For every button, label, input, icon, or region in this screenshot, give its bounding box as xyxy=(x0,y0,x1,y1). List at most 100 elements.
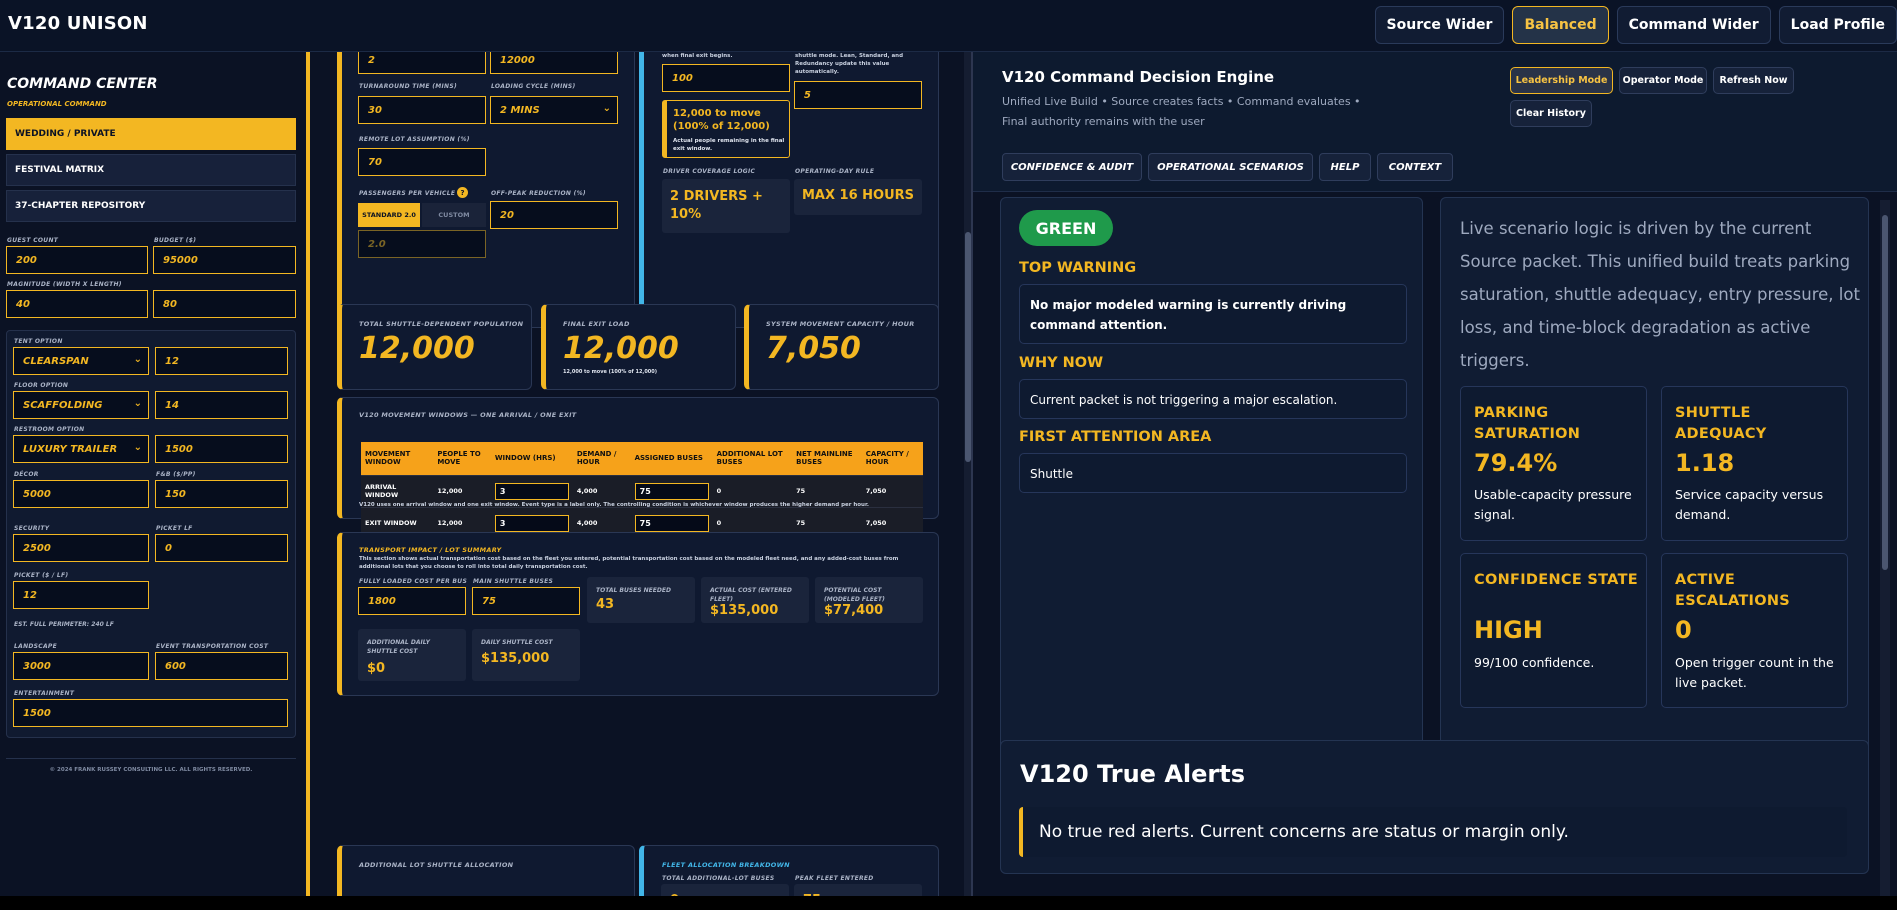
metric-value: 1.18 xyxy=(1675,449,1735,477)
trigger-intro: Live scenario logic is driven by the cur… xyxy=(1460,219,1860,370)
metric-active-escalations: ACTIVE ESCALATIONS 0 Open trigger count … xyxy=(1661,553,1848,708)
command-subtitle: Unified Live Build • Source creates fact… xyxy=(1002,95,1361,128)
floor-select[interactable]: SCAFFOLDING ⌄ xyxy=(13,391,149,419)
picket-lf-input[interactable]: 0 xyxy=(155,534,288,562)
stat-value: 43 xyxy=(596,597,615,612)
guest-count-input[interactable]: 200 xyxy=(6,246,148,274)
move-info-sub: Actual people remaining in the final exi… xyxy=(673,138,785,152)
tent-label: TENT OPTION xyxy=(14,338,63,345)
fb-input[interactable]: 150 xyxy=(155,480,288,508)
command-pane: GREEN TOP WARNING No major modeled warni… xyxy=(973,52,1897,896)
clear-history-button[interactable]: Clear History xyxy=(1510,100,1592,127)
offpeak-input[interactable]: 20 xyxy=(490,201,618,229)
operator-mode-button[interactable]: Operator Mode xyxy=(1619,67,1707,94)
movement-windows-table: MOVEMENT WINDOW PEOPLE TO MOVE WINDOW (HRS… xyxy=(361,442,923,539)
exit-left-input[interactable]: 100 xyxy=(662,64,790,92)
source-wider-button[interactable]: Source Wider xyxy=(1374,6,1505,44)
first-attention-label: FIRST ATTENTION AREA xyxy=(1019,429,1212,445)
balanced-button[interactable]: Balanced xyxy=(1512,6,1609,44)
table-header-cell: PEOPLE TO MOVE xyxy=(433,442,491,475)
alloc-box: 0 xyxy=(661,884,789,896)
length-input[interactable]: 80 xyxy=(153,290,296,318)
command-title: V120 Command Decision Engine xyxy=(1002,68,1275,86)
table-header-row: MOVEMENT WINDOW PEOPLE TO MOVE WINDOW (HRS… xyxy=(361,442,923,475)
guest-count-label: GUEST COUNT xyxy=(7,237,59,244)
turnaround-input[interactable]: 30 xyxy=(358,96,486,124)
landscape-input[interactable]: 3000 xyxy=(13,652,149,680)
magnitude-label: MAGNITUDE (WIDTH X LENGTH) xyxy=(7,281,122,288)
shuttle-input-b[interactable]: 12000 xyxy=(490,52,618,74)
tent-select[interactable]: CLEARSPAN ⌄ xyxy=(13,347,149,375)
driver-coverage-value: 2 DRIVERS + 10% xyxy=(670,189,763,222)
load-profile-button[interactable]: Load Profile xyxy=(1778,6,1897,44)
metric-desc: Service capacity versus demand. xyxy=(1675,487,1824,522)
layout-toolbar: Source Wider Balanced Command Wider Load… xyxy=(1374,6,1897,44)
ppv-custom-button[interactable]: CUSTOM xyxy=(422,203,486,227)
transport-cost-input[interactable]: 600 xyxy=(155,652,288,680)
metric-shuttle-adequacy: SHUTTLE ADEQUACY 1.18 Service capacity v… xyxy=(1661,386,1848,541)
alerts-message: No true red alerts. Current concerns are… xyxy=(1019,807,1847,857)
window-hours-input[interactable]: 3 xyxy=(494,482,569,500)
leadership-mode-button[interactable]: Leadership Mode xyxy=(1510,67,1613,94)
nav-festival-matrix[interactable]: FESTIVAL MATRIX xyxy=(6,154,296,186)
refresh-now-button[interactable]: Refresh Now xyxy=(1713,67,1794,94)
width-input[interactable]: 40 xyxy=(6,290,148,318)
driver-coverage-box: 2 DRIVERS + 10% xyxy=(662,179,790,233)
nav-chapter-repository[interactable]: 37-CHAPTER REPOSITORY xyxy=(6,190,296,222)
fb-label: F&B ($/PP) xyxy=(156,471,196,478)
picket-cost-input[interactable]: 12 xyxy=(13,581,149,609)
restroom-qty-input[interactable]: 1500 xyxy=(155,435,288,463)
tab-context[interactable]: CONTEXT xyxy=(1377,153,1453,181)
entertainment-input[interactable]: 1500 xyxy=(13,699,288,727)
why-now-text: Current packet is not triggering a major… xyxy=(1019,379,1407,419)
ppv-custom-input[interactable]: 2.0 xyxy=(358,230,486,258)
window-hours-input[interactable]: 3 xyxy=(494,514,569,532)
tab-operational-scenarios[interactable]: OPERATIONAL SCENARIOS xyxy=(1148,153,1313,181)
help-icon[interactable]: ? xyxy=(457,187,468,198)
main-buses-input[interactable]: 75 xyxy=(472,587,580,615)
floor-qty-input[interactable]: 14 xyxy=(155,391,288,419)
driver-coverage-label: DRIVER COVERAGE LOGIC xyxy=(663,168,756,175)
restroom-value: LUXURY TRAILER xyxy=(23,443,118,455)
landscape-label: LANDSCAPE xyxy=(14,643,58,650)
operating-rule-value: MAX 16 HOURS xyxy=(802,188,915,203)
cost-per-bus-input[interactable]: 1800 xyxy=(358,587,466,615)
exit-right-input[interactable]: 5 xyxy=(794,81,922,109)
assigned-buses-input[interactable]: 75 xyxy=(634,482,709,500)
stat-label: TOTAL BUSES NEEDED xyxy=(596,587,671,594)
tab-confidence-audit[interactable]: CONFIDENCE & AUDIT xyxy=(1002,153,1142,181)
assigned-buses-input[interactable]: 75 xyxy=(634,514,709,532)
loading-select[interactable]: 2 MINS ⌄ xyxy=(490,96,618,124)
command-scrollbar[interactable] xyxy=(1880,200,1890,896)
command-header: V120 Command Decision Engine Unified Liv… xyxy=(973,52,1897,192)
stat-potential-cost: POTENTIAL COST (MODELED FLEET) $77,400 xyxy=(815,577,923,623)
command-wider-button[interactable]: Command Wider xyxy=(1616,6,1771,44)
security-label: SECURITY xyxy=(14,525,50,532)
table-header-cell: WINDOW (HRS) xyxy=(490,442,573,475)
security-input[interactable]: 2500 xyxy=(13,534,149,562)
kpi-label: SYSTEM MOVEMENT CAPACITY / HOUR xyxy=(766,320,915,328)
tent-qty-input[interactable]: 12 xyxy=(155,347,288,375)
restroom-select[interactable]: LUXURY TRAILER ⌄ xyxy=(13,435,149,463)
decor-input[interactable]: 5000 xyxy=(13,480,149,508)
stat-label: POTENTIAL COST (MODELED FLEET) xyxy=(824,587,885,603)
transport-impact-title: TRANSPORT IMPACT / LOT SUMMARY xyxy=(359,546,502,554)
ppv-standard-button[interactable]: STANDARD 2.0 xyxy=(358,203,420,227)
budget-input[interactable]: 95000 xyxy=(153,246,296,274)
shuttle-input-a[interactable]: 2 xyxy=(358,52,486,74)
nav-wedding-private[interactable]: WEDDING / PRIVATE xyxy=(6,118,296,150)
scroll-thumb[interactable] xyxy=(1882,215,1888,570)
table-header-cell: DEMAND / HOUR xyxy=(572,442,631,475)
alloc-box: 75 xyxy=(794,884,922,896)
remote-lot-input[interactable]: 70 xyxy=(358,148,486,176)
main-buses-label: MAIN SHUTTLE BUSES xyxy=(473,578,554,585)
top-warning-label: TOP WARNING xyxy=(1019,260,1137,276)
metric-title: ACTIVE ESCALATIONS xyxy=(1675,572,1791,609)
stat-actual-cost: ACTUAL COST (ENTERED FLEET) $135,000 xyxy=(701,577,809,623)
cost-per-bus-label: FULLY LOADED COST PER BUS xyxy=(359,578,468,585)
floor-label: FLOOR OPTION xyxy=(14,382,69,389)
tab-help[interactable]: HELP xyxy=(1319,153,1371,181)
metric-value: HIGH xyxy=(1474,616,1543,644)
source-scrollbar[interactable] xyxy=(964,52,971,896)
chevron-down-icon: ⌄ xyxy=(133,442,142,453)
